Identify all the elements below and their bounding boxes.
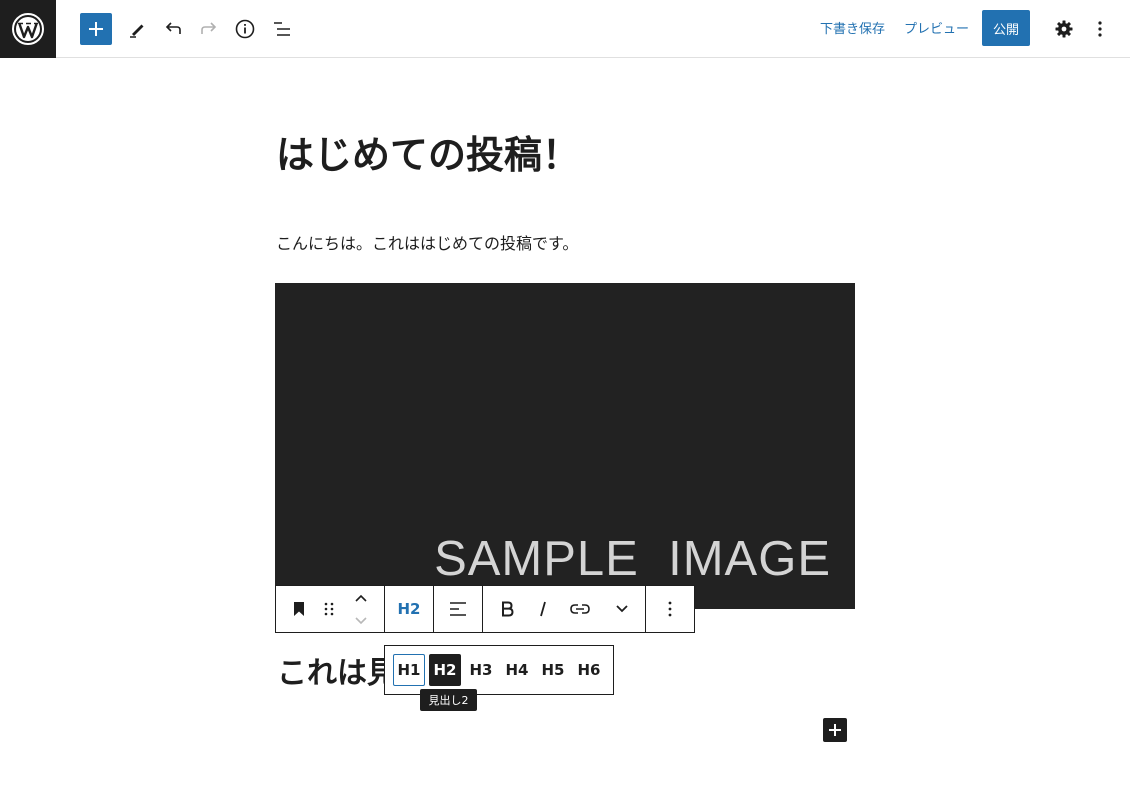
align-icon: [450, 602, 466, 616]
heading-level-popover: H1 H2 H3 H4 H5 H6: [384, 645, 614, 695]
bookmark-icon: [294, 602, 304, 616]
heading-level-h1[interactable]: H1: [393, 654, 425, 686]
tools-button[interactable]: [121, 13, 153, 45]
heading-block[interactable]: これは見: [277, 648, 397, 692]
italic-icon: [540, 601, 546, 617]
block-inserter-button[interactable]: [80, 13, 112, 45]
chevron-down-icon: [616, 605, 628, 613]
bold-button[interactable]: [494, 586, 520, 632]
heading-level-button[interactable]: H2: [385, 586, 433, 632]
heading-level-tooltip: 見出し2: [420, 689, 477, 711]
wordpress-icon: [12, 13, 44, 45]
vertical-ellipsis-icon: [668, 601, 672, 617]
save-draft-button[interactable]: 下書き保存: [820, 18, 885, 37]
heading-level-h3[interactable]: H3: [465, 654, 497, 686]
block-type-button[interactable]: [288, 586, 310, 632]
gear-icon: [1055, 20, 1073, 38]
block-toolbar: H2: [275, 585, 695, 633]
undo-icon: [165, 22, 181, 34]
redo-icon: [201, 22, 217, 34]
details-button[interactable]: [229, 13, 261, 45]
redo-button[interactable]: [193, 13, 225, 45]
move-up-button[interactable]: [350, 586, 372, 609]
image-block[interactable]: SAMPLE IMAGE: [275, 283, 855, 609]
heading-level-h6[interactable]: H6: [573, 654, 605, 686]
undo-button[interactable]: [157, 13, 189, 45]
settings-button[interactable]: [1048, 13, 1080, 45]
link-button[interactable]: [566, 586, 594, 632]
link-icon: [570, 604, 590, 614]
italic-button[interactable]: [530, 586, 556, 632]
heading-level-h2[interactable]: H2: [429, 654, 461, 686]
block-appender-button[interactable]: [823, 718, 847, 742]
plus-icon: [89, 22, 103, 36]
more-formatting-button[interactable]: [610, 586, 634, 632]
image-sample-text: SAMPLE IMAGE: [434, 532, 831, 586]
plus-icon: [829, 724, 841, 736]
preview-button[interactable]: プレビュー: [904, 18, 969, 37]
list-view-icon: [274, 22, 290, 36]
list-view-button[interactable]: [266, 13, 298, 45]
pencil-icon: [130, 24, 144, 38]
options-button[interactable]: [1084, 13, 1116, 45]
info-icon: [235, 19, 255, 39]
move-up-icon: [355, 594, 367, 602]
heading-level-h4[interactable]: H4: [501, 654, 533, 686]
editor-header: 下書き保存 プレビュー 公開: [0, 0, 1130, 58]
block-options-button[interactable]: [646, 586, 694, 632]
move-down-icon: [355, 616, 367, 624]
move-down-button[interactable]: [350, 609, 372, 632]
wordpress-logo-button[interactable]: [0, 0, 56, 58]
post-title[interactable]: はじめての投稿！: [276, 124, 580, 179]
toolbar-divider: [482, 586, 483, 632]
align-button[interactable]: [434, 586, 482, 632]
publish-button[interactable]: 公開: [982, 10, 1030, 46]
bold-icon: [502, 601, 514, 617]
vertical-ellipsis-icon: [1098, 21, 1102, 37]
drag-handle-icon: [324, 602, 334, 616]
paragraph-block[interactable]: こんにちは。これははじめての投稿です。: [276, 230, 578, 254]
heading-level-h5[interactable]: H5: [537, 654, 569, 686]
drag-handle[interactable]: [318, 586, 340, 632]
